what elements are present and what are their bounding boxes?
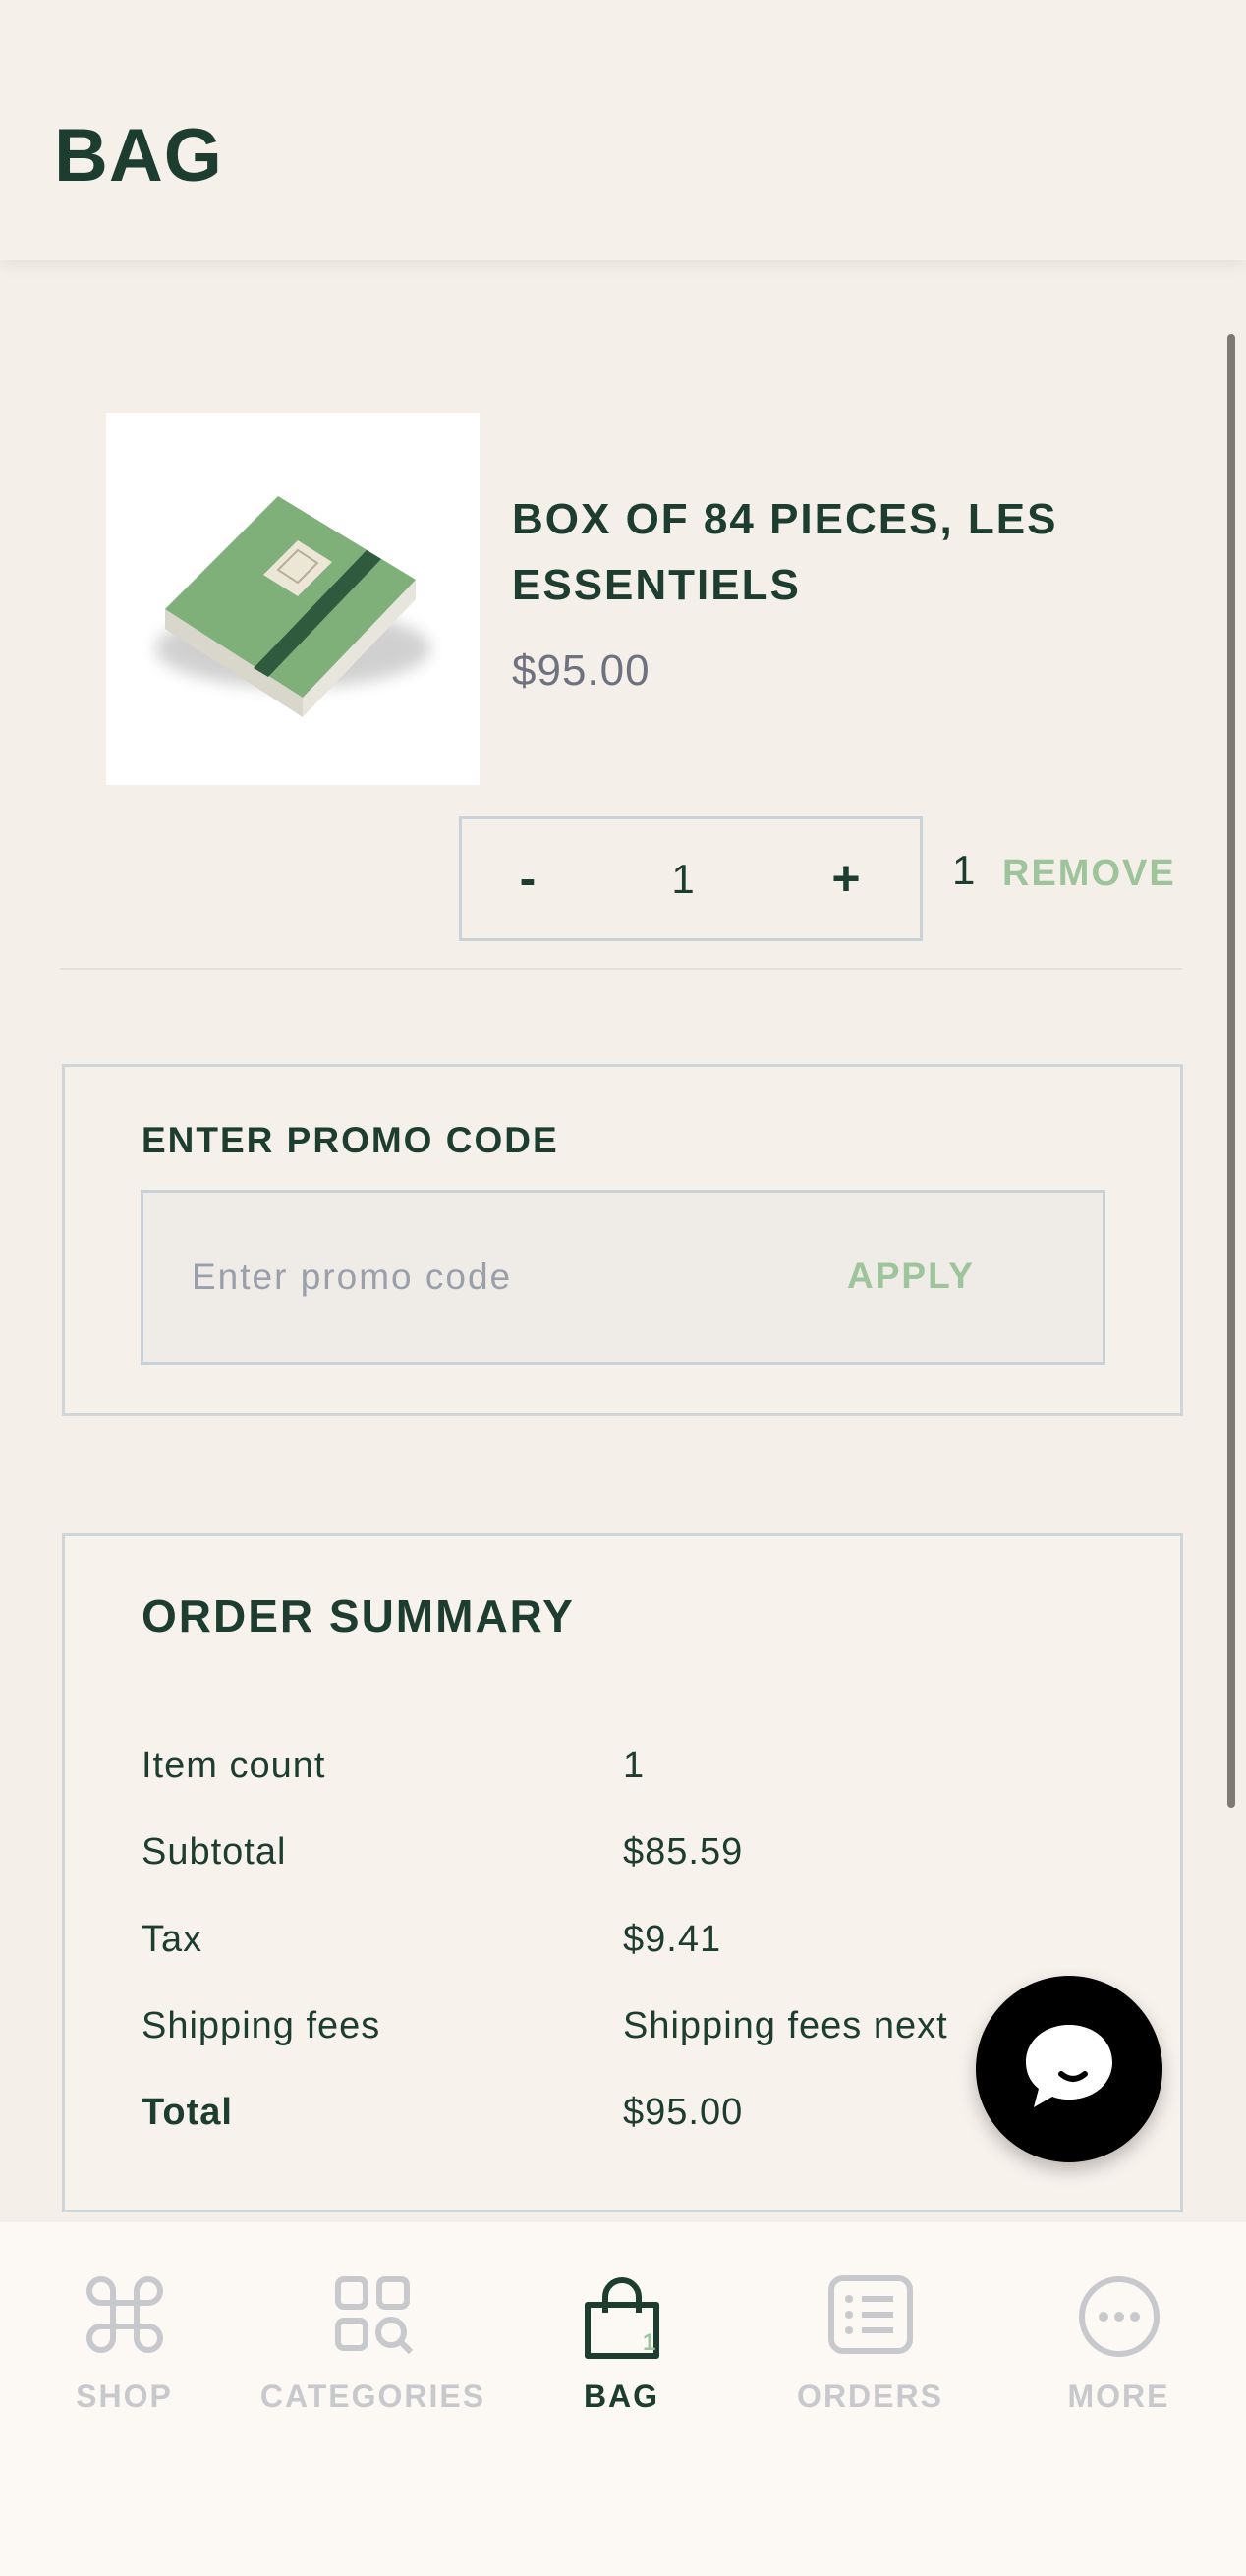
product-title[interactable]: BOX OF 84 PIECES, LES ESSENTIELS bbox=[512, 486, 1200, 618]
app-header: BAG bbox=[0, 0, 1246, 260]
divider bbox=[60, 968, 1182, 970]
item-count-label: Item count bbox=[142, 1745, 326, 1786]
order-summary-title: ORDER SUMMARY bbox=[142, 1591, 575, 1642]
command-icon bbox=[85, 2276, 163, 2353]
shipping-fees-label: Shipping fees bbox=[142, 2005, 381, 2046]
tab-more-label: MORE bbox=[1067, 2379, 1170, 2414]
decrease-quantity-button[interactable]: - bbox=[483, 819, 572, 938]
tab-orders-label: ORDERS bbox=[797, 2379, 943, 2414]
remove-button[interactable]: REMOVE bbox=[1002, 853, 1176, 895]
chocolate-box-image bbox=[155, 496, 430, 717]
apply-promo-button[interactable]: APPLY bbox=[847, 1256, 975, 1297]
promo-title: ENTER PROMO CODE bbox=[142, 1120, 559, 1160]
chat-button[interactable] bbox=[976, 1976, 1162, 2162]
total-label: Total bbox=[142, 2092, 233, 2133]
subtotal-label: Subtotal bbox=[142, 1831, 287, 1873]
tab-bag[interactable]: 1 BAG bbox=[497, 2222, 746, 2438]
total-value: $95.00 bbox=[623, 2092, 744, 2133]
tab-shop-label: SHOP bbox=[76, 2379, 173, 2414]
shipping-fees-value: Shipping fees next bbox=[623, 2005, 948, 2046]
scrollbar[interactable] bbox=[1227, 334, 1235, 1808]
item-count-value: 1 bbox=[623, 1745, 646, 1786]
increase-quantity-button[interactable]: + bbox=[802, 819, 890, 938]
tab-shop[interactable]: SHOP bbox=[0, 2222, 249, 2438]
bag-badge: 1 bbox=[643, 2329, 655, 2356]
bag-icon: 1 bbox=[584, 2277, 659, 2359]
orders-icon bbox=[827, 2275, 913, 2354]
product-price: $95.00 bbox=[512, 646, 651, 695]
quantity-value: 1 bbox=[671, 856, 695, 902]
tab-orders[interactable]: ORDERS bbox=[746, 2222, 994, 2438]
tax-value: $9.41 bbox=[623, 1919, 722, 1960]
item-count-label: 1 bbox=[952, 847, 976, 893]
subtotal-value: $85.59 bbox=[623, 1831, 744, 1873]
tab-bag-label: BAG bbox=[583, 2379, 660, 2414]
chat-bubble-icon bbox=[1026, 2025, 1112, 2107]
tab-categories[interactable]: CATEGORIES bbox=[249, 2222, 497, 2438]
promo-code-input[interactable] bbox=[192, 1253, 781, 1302]
page-title: BAG bbox=[54, 114, 223, 197]
tax-label: Tax bbox=[142, 1919, 203, 1960]
categories-icon bbox=[334, 2276, 413, 2355]
more-icon bbox=[1078, 2276, 1160, 2357]
product-image[interactable] bbox=[106, 413, 480, 785]
tab-more[interactable]: MORE bbox=[994, 2222, 1243, 2438]
tab-categories-label: CATEGORIES bbox=[259, 2379, 486, 2414]
